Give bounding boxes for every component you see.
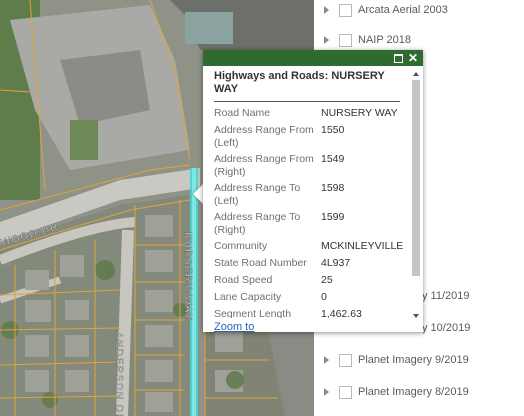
layer-label: y 10/2019 bbox=[422, 322, 471, 334]
field-label: Community bbox=[214, 240, 268, 252]
zoom-to-link[interactable]: Zoom to bbox=[214, 321, 254, 333]
layer-label: NAIP 2018 bbox=[358, 34, 412, 46]
chevron-right-icon[interactable] bbox=[324, 356, 329, 364]
field-label: Lane Capacity bbox=[214, 291, 282, 303]
field-label: Road Name bbox=[214, 107, 271, 119]
field-label: Road Speed bbox=[214, 274, 273, 286]
chevron-right-icon[interactable] bbox=[324, 6, 329, 14]
layer-checkbox[interactable] bbox=[339, 33, 352, 47]
layer-item-planet-imagery-8-2019[interactable]: Planet Imagery 8/2019 bbox=[324, 382, 469, 402]
street-label-nursery-way: NURSERY WAY bbox=[182, 232, 193, 321]
chevron-right-icon[interactable] bbox=[324, 388, 329, 396]
field-label: Address Range To (Right) bbox=[214, 211, 301, 236]
layer-label: Planet Imagery 8/2019 bbox=[358, 386, 469, 398]
layer-checkbox[interactable] bbox=[339, 385, 352, 399]
field-label: Address Range To (Left) bbox=[214, 182, 301, 207]
field-value: 25 bbox=[321, 274, 333, 286]
layer-item-planet-imagery-10-2019[interactable]: y 10/2019 bbox=[422, 318, 470, 338]
layer-item-arcata-aerial-2003[interactable]: Arcata Aerial 2003 bbox=[324, 0, 448, 20]
field-label: Segment Length bbox=[214, 308, 292, 318]
popup-title: Highways and Roads: NURSERY WAY bbox=[214, 70, 400, 102]
field-value: 1598 bbox=[321, 182, 345, 194]
feature-popup: ✕ Highways and Roads: NURSERY WAY Road N… bbox=[203, 50, 423, 333]
layer-checkbox[interactable] bbox=[339, 3, 352, 17]
scroll-thumb[interactable] bbox=[412, 80, 420, 276]
field-value: MCKINLEYVILLE bbox=[321, 240, 404, 252]
layer-item-planet-imagery-9-2019[interactable]: Planet Imagery 9/2019 bbox=[324, 350, 469, 370]
scroll-up-icon[interactable] bbox=[413, 72, 419, 76]
popup-scrollbar[interactable] bbox=[411, 72, 421, 318]
field-value: NURSERY WAY bbox=[321, 107, 398, 119]
layer-label: Planet Imagery 9/2019 bbox=[358, 354, 469, 366]
field-value: 1550 bbox=[321, 124, 345, 136]
field-label: State Road Number bbox=[214, 257, 307, 269]
scroll-down-icon[interactable] bbox=[413, 314, 419, 318]
maximize-icon[interactable] bbox=[392, 52, 404, 64]
field-label: Address Range From (Left) bbox=[214, 124, 314, 149]
field-value: 4L937 bbox=[321, 257, 351, 269]
layer-checkbox[interactable] bbox=[339, 353, 352, 367]
popup-content: Highways and Roads: NURSERY WAY Road Nam… bbox=[203, 66, 408, 318]
layer-item-planet-imagery-11-2019[interactable]: y 11/2019 bbox=[422, 286, 470, 306]
popup-pointer bbox=[193, 184, 203, 204]
field-value: 1549 bbox=[321, 153, 345, 165]
field-value: 1,462.63 bbox=[321, 308, 362, 318]
chevron-right-icon[interactable] bbox=[324, 36, 329, 44]
street-label-anderson-dr: ANDERSON DR bbox=[113, 332, 124, 416]
popup-header: ✕ bbox=[203, 50, 423, 66]
field-value: 1599 bbox=[321, 211, 345, 223]
field-value: 0 bbox=[321, 291, 327, 303]
layer-label: Arcata Aerial 2003 bbox=[358, 4, 448, 16]
layer-item-naip-2018[interactable]: NAIP 2018 bbox=[324, 30, 411, 50]
field-label: Address Range From (Right) bbox=[214, 153, 314, 178]
close-icon[interactable]: ✕ bbox=[407, 52, 419, 64]
layer-label: y 11/2019 bbox=[422, 290, 470, 302]
